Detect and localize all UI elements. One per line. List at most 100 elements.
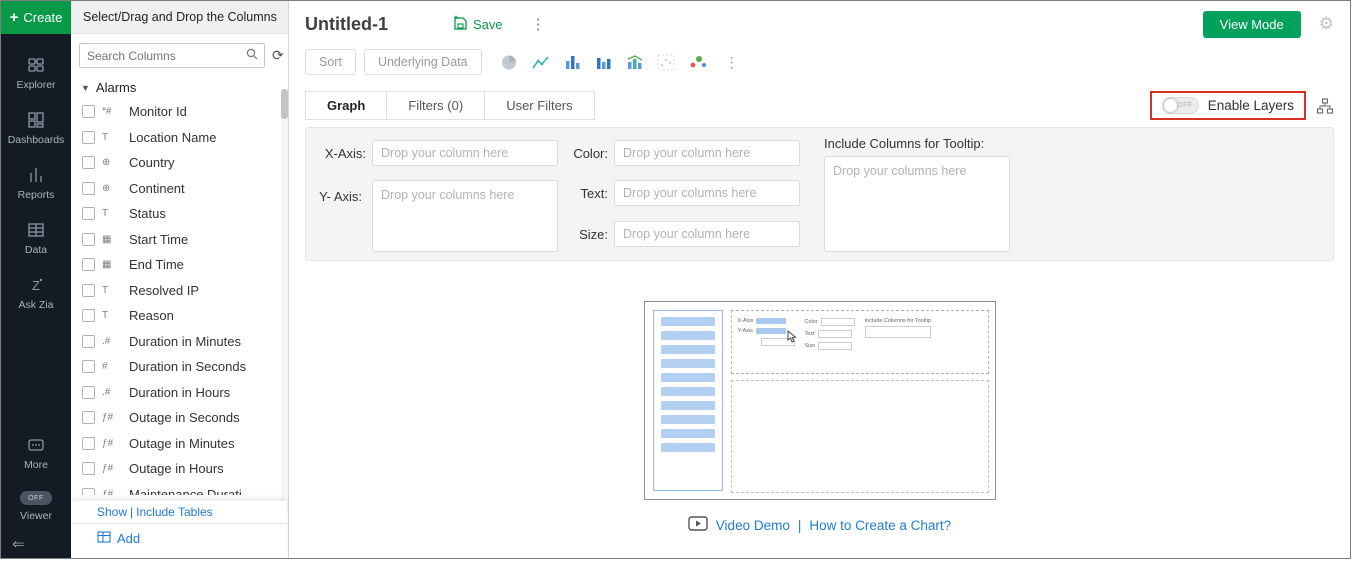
more-charts-kebab-icon[interactable]: ⋮: [725, 54, 739, 71]
create-button[interactable]: + Create: [1, 1, 71, 34]
mini-y-axis-label: Y-Axis: [738, 328, 753, 334]
color-label: Color:: [552, 146, 608, 161]
columns-scrollbar[interactable]: [281, 89, 288, 510]
hierarchy-icon[interactable]: [1316, 98, 1334, 114]
column-checkbox[interactable]: [82, 437, 95, 450]
columns-panel-title: Select/Drag and Drop the Columns: [71, 1, 288, 34]
text-type-icon: T: [102, 310, 122, 321]
column-checkbox[interactable]: [82, 258, 95, 271]
sidebar-item-more[interactable]: More: [1, 426, 71, 481]
column-name: Reason: [129, 308, 174, 323]
sidebar-item-ask-zia[interactable]: Z Ask Zia: [1, 266, 71, 321]
sidebar-item-label: Data: [25, 244, 47, 256]
column-checkbox[interactable]: [82, 207, 95, 220]
bubble-chart-icon[interactable]: [688, 54, 708, 71]
text-type-icon: T: [102, 285, 122, 296]
add-table-link[interactable]: Add: [71, 523, 287, 558]
search-columns-box[interactable]: [79, 43, 265, 68]
viewer-toggle[interactable]: OFF: [20, 491, 52, 505]
tab-filters[interactable]: Filters (0): [386, 91, 485, 120]
mini-drop-area: X-Axis Y-Axis Color Text Size Include Co…: [731, 310, 989, 374]
text-dropzone[interactable]: Drop your columns here: [614, 180, 800, 206]
help-separator: |: [798, 518, 802, 533]
column-checkbox[interactable]: [82, 360, 95, 373]
column-row[interactable]: ƒ#Outage in Hours: [71, 456, 288, 482]
column-checkbox[interactable]: [82, 131, 95, 144]
size-dropzone[interactable]: Drop your column here: [614, 221, 800, 247]
column-row[interactable]: ▦End Time: [71, 252, 288, 278]
column-checkbox[interactable]: [82, 411, 95, 424]
column-row[interactable]: # Duration in Seconds: [71, 354, 288, 380]
refresh-icon[interactable]: ⟳: [272, 47, 284, 64]
sidebar-item-viewer[interactable]: OFF Viewer: [1, 481, 71, 532]
enable-layers-toggle[interactable]: OFF: [1162, 97, 1199, 114]
column-row[interactable]: .#Duration in Minutes: [71, 329, 288, 355]
mini-columns-panel: [653, 310, 723, 491]
mini-tooltip-label: Include Columns for Tooltip: [865, 318, 931, 324]
column-row[interactable]: ⊕Continent: [71, 176, 288, 202]
column-row[interactable]: .#Duration in Hours: [71, 380, 288, 406]
column-row[interactable]: TResolved IP: [71, 278, 288, 304]
tooltip-columns-label: Include Columns for Tooltip:: [824, 136, 984, 151]
video-demo-link[interactable]: Video Demo: [716, 518, 790, 533]
column-name: Continent: [129, 181, 185, 196]
x-axis-dropzone[interactable]: Drop your column here: [372, 140, 558, 166]
column-row[interactable]: T Reason: [71, 303, 288, 329]
column-row[interactable]: ƒ#Maintenance Durati...: [71, 482, 288, 496]
column-name: Duration in Seconds: [129, 359, 246, 374]
bar-chart-icon[interactable]: [564, 54, 582, 71]
column-checkbox[interactable]: [82, 182, 95, 195]
tooltip-dropzone[interactable]: Drop your columns here: [824, 156, 1010, 252]
how-to-create-chart-link[interactable]: How to Create a Chart?: [809, 518, 951, 533]
column-checkbox[interactable]: [82, 462, 95, 475]
number-type-icon: #: [102, 361, 122, 372]
sort-button[interactable]: Sort: [305, 49, 356, 75]
column-row[interactable]: TStatus: [71, 201, 288, 227]
header-kebab-icon[interactable]: ⋮: [531, 15, 546, 33]
column-row[interactable]: ▦Start Time: [71, 227, 288, 253]
tab-graph[interactable]: Graph: [305, 91, 387, 120]
column-checkbox[interactable]: [82, 335, 95, 348]
scatter-chart-icon[interactable]: [657, 54, 675, 71]
scrollbar-thumb[interactable]: [281, 89, 288, 119]
save-button[interactable]: Save: [452, 15, 503, 33]
column-checkbox[interactable]: [82, 156, 95, 169]
pie-chart-icon[interactable]: [500, 54, 518, 71]
column-checkbox[interactable]: [82, 284, 95, 297]
column-row[interactable]: ⊕Country: [71, 150, 288, 176]
column-row[interactable]: TLocation Name: [71, 125, 288, 151]
column-row[interactable]: *#Monitor Id: [71, 99, 288, 125]
include-tables-link[interactable]: Include Tables: [136, 505, 213, 519]
sidebar-item-explorer[interactable]: Explorer: [1, 46, 71, 101]
collapse-sidebar-icon[interactable]: ⇐: [12, 535, 25, 553]
view-mode-button[interactable]: View Mode: [1203, 11, 1301, 38]
column-checkbox[interactable]: [82, 105, 95, 118]
underlying-data-button[interactable]: Underlying Data: [364, 49, 482, 75]
column-checkbox[interactable]: [82, 488, 95, 495]
sidebar-item-dashboards[interactable]: Dashboards: [1, 101, 71, 156]
sidebar-item-reports[interactable]: Reports: [1, 156, 71, 211]
column-name: Location Name: [129, 130, 216, 145]
settings-gear-icon[interactable]: ⚙: [1319, 14, 1334, 34]
add-table-icon: [97, 531, 111, 546]
show-link[interactable]: Show: [97, 505, 127, 519]
tab-user-filters[interactable]: User Filters: [484, 91, 594, 120]
sidebar-item-label: Dashboards: [8, 134, 65, 146]
column-checkbox[interactable]: [82, 233, 95, 246]
search-columns-input[interactable]: [87, 49, 242, 63]
y-axis-dropzone[interactable]: Drop your columns here: [372, 180, 558, 252]
column-checkbox[interactable]: [82, 309, 95, 322]
column-chart-icon[interactable]: [595, 54, 613, 71]
table-section-alarms[interactable]: ▼ Alarms: [71, 73, 288, 99]
sidebar-item-data[interactable]: Data: [1, 211, 71, 266]
column-row[interactable]: ƒ#Outage in Minutes: [71, 431, 288, 457]
combo-chart-icon[interactable]: [626, 54, 644, 71]
column-name: Start Time: [129, 232, 188, 247]
line-chart-icon[interactable]: [531, 54, 551, 71]
color-dropzone[interactable]: Drop your column here: [614, 140, 800, 166]
column-checkbox[interactable]: [82, 386, 95, 399]
column-name: Status: [129, 206, 166, 221]
column-row[interactable]: ƒ#Outage in Seconds: [71, 405, 288, 431]
report-title[interactable]: Untitled-1: [305, 14, 388, 35]
graph-drop-panel: X-Axis: Drop your column here Y- Axis: D…: [305, 127, 1334, 261]
